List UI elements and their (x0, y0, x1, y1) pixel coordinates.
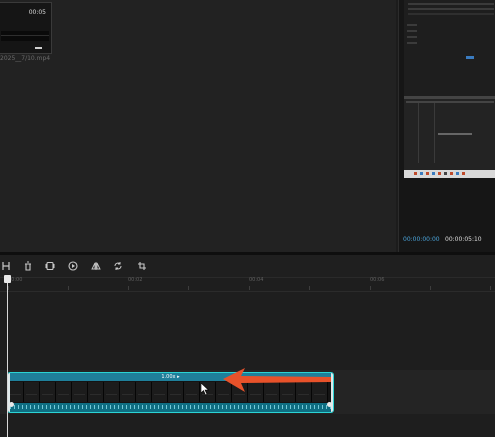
rotate-icon (114, 262, 122, 270)
crop-icon (138, 262, 146, 270)
delete-icon (25, 261, 31, 271)
clip-frames (8, 381, 333, 403)
freeze-frame-icon (45, 261, 55, 271)
media-duration: 00:05 (28, 9, 46, 16)
ruler-label: 00:04 (249, 277, 264, 283)
crop-button[interactable] (136, 260, 148, 272)
delete-button[interactable] (22, 260, 34, 272)
reverse-button[interactable] (67, 260, 79, 272)
mouse-cursor-icon (201, 383, 210, 396)
mirror-button[interactable] (90, 260, 102, 272)
preview-screen (404, 0, 495, 178)
preview-content-bottom (404, 99, 495, 170)
player-controls: 00:00:00:00 00:00:05:10 (398, 228, 495, 252)
audio-waveform (8, 403, 333, 412)
media-thumbnail[interactable]: 00:05 (0, 2, 52, 54)
player-panel (398, 0, 495, 252)
rotate-button[interactable] (112, 260, 124, 272)
split-button[interactable] (0, 260, 12, 272)
media-thumbnail-strip (1, 31, 49, 41)
timeline-ruler[interactable]: 00:00 00:02 00:04 00:06 (0, 277, 495, 292)
clip-right-keyframe-dot[interactable] (327, 402, 332, 407)
total-time: 00:00:05:10 (445, 236, 482, 243)
playhead-handle[interactable] (4, 275, 11, 283)
media-panel: 00:05 2025__7/10.mp4 (0, 0, 396, 252)
play-reverse-icon (68, 261, 78, 271)
playhead[interactable] (7, 276, 8, 437)
ruler-label: 00:02 (128, 277, 143, 283)
split-icon (2, 262, 10, 270)
freeze-frame-button[interactable] (44, 260, 56, 272)
preview-content-top (404, 0, 495, 96)
preview-taskbar (404, 170, 495, 178)
media-thumbnail-bar (35, 47, 42, 49)
clip-speed-label: 1.00x ▸ (161, 374, 180, 380)
mirror-icon (91, 262, 101, 270)
timeline-toolbar (0, 255, 495, 278)
video-clip[interactable]: 1.00x ▸ (7, 372, 334, 413)
ruler-label: 00:06 (370, 277, 385, 283)
clip-header: 1.00x ▸ (8, 373, 333, 381)
current-time: 00:00:00:00 (403, 236, 440, 243)
media-filename: 2025__7/10.mp4 (0, 55, 51, 62)
clip-left-keyframe-dot[interactable] (9, 402, 14, 407)
